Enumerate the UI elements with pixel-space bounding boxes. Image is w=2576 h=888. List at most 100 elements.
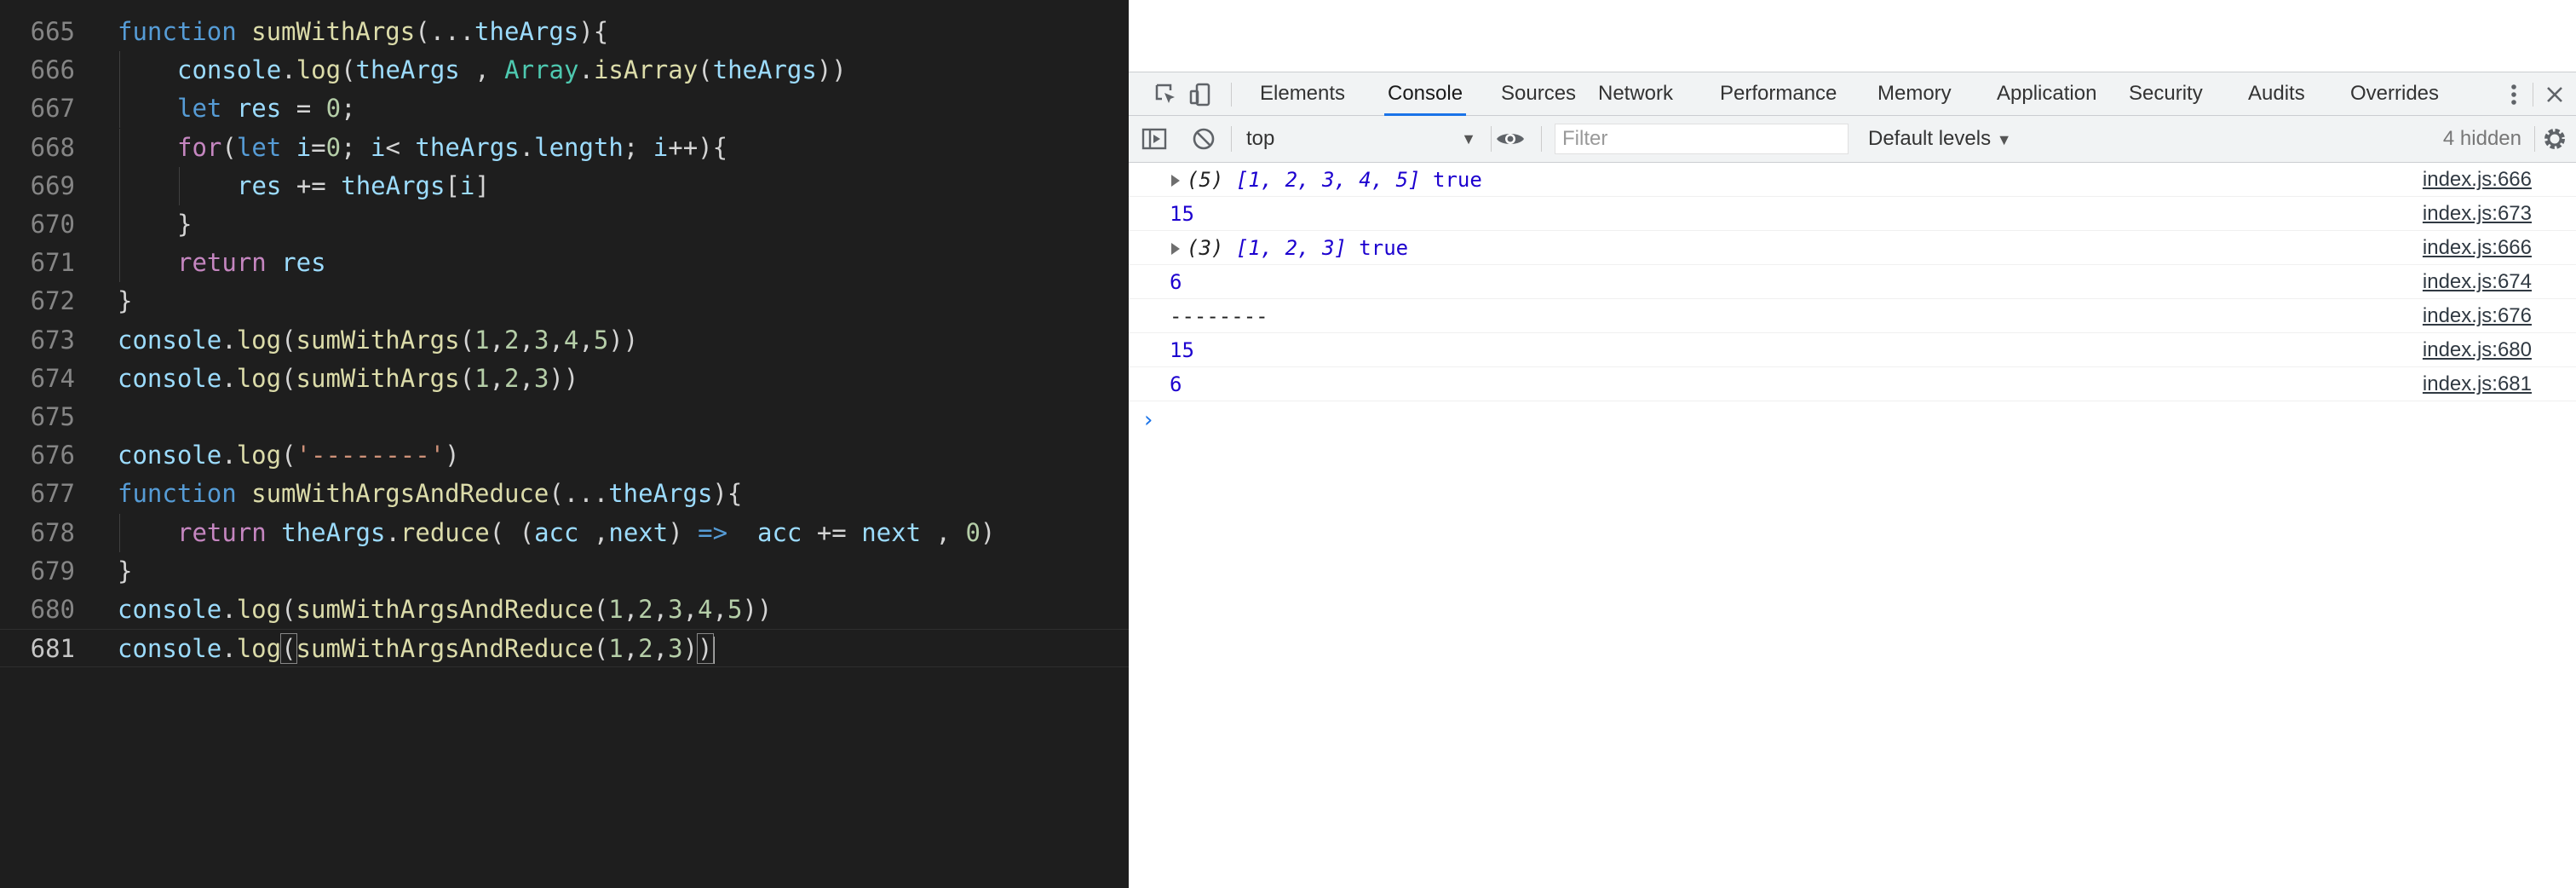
- message-text: 15: [1170, 197, 1194, 231]
- code-text: console.log(theArgs , Array.isArray(theA…: [177, 51, 847, 89]
- tab-performance[interactable]: Performance: [1716, 72, 1840, 116]
- code-token: 3: [533, 325, 549, 355]
- code-line[interactable]: 675: [0, 398, 1129, 436]
- code-text: console.log('--------'): [118, 436, 460, 475]
- line-number: 670: [30, 210, 75, 239]
- code-token: log: [236, 634, 282, 664]
- code-token: ){: [578, 17, 609, 46]
- code-text: function sumWithArgsAndReduce(...theArgs…: [118, 475, 742, 513]
- source-link[interactable]: index.js:680: [2423, 333, 2532, 367]
- sidebar-toggle-icon[interactable]: [1141, 125, 1168, 153]
- code-text: }: [118, 282, 132, 320]
- code-token: .: [385, 517, 400, 547]
- code-token: log: [236, 325, 282, 355]
- code-token: theArgs: [281, 517, 386, 547]
- code-token: i: [296, 132, 312, 162]
- code-line[interactable]: 678 return theArgs.reduce( (acc ,next) =>…: [0, 513, 1129, 552]
- tab-console[interactable]: Console: [1384, 72, 1467, 116]
- tab-sources[interactable]: Sources: [1498, 72, 1579, 116]
- more-options-icon[interactable]: [2500, 81, 2527, 108]
- context-selector[interactable]: top ▼: [1246, 124, 1476, 153]
- code-line[interactable]: 668 for(let i=0; i< theArgs.length; i++){: [0, 128, 1129, 167]
- context-value: top: [1246, 127, 1275, 150]
- source-link[interactable]: index.js:676: [2423, 299, 2532, 333]
- code-editor[interactable]: 665 function sumWithArgs(...theArgs){666 c…: [0, 0, 1129, 888]
- tab-security[interactable]: Security: [2125, 72, 2206, 116]
- tab-elements[interactable]: Elements: [1256, 72, 1348, 116]
- source-link[interactable]: index.js:673: [2423, 197, 2532, 231]
- line-number: 679: [30, 556, 75, 585]
- code-line[interactable]: 672}: [0, 282, 1129, 320]
- console-toolbar: top ▼ Default levels ▼ 4 hidden: [1129, 116, 2576, 163]
- line-number: 676: [30, 441, 75, 470]
- tab-application[interactable]: Application: [1993, 72, 2100, 116]
- tab-memory[interactable]: Memory: [1874, 72, 1955, 116]
- code-token: (: [341, 55, 356, 85]
- tab-network[interactable]: Network: [1595, 72, 1676, 116]
- code-line[interactable]: 669 res += theArgs[i]: [0, 166, 1129, 205]
- code-token: .: [281, 55, 296, 85]
- code-token: =>: [698, 517, 728, 547]
- code-token: ): [668, 517, 699, 547]
- code-line[interactable]: 679}: [0, 552, 1129, 591]
- source-link[interactable]: index.js:666: [2423, 231, 2532, 265]
- code-token: console: [118, 634, 222, 664]
- code-token: '--------': [296, 441, 446, 470]
- default-levels-dropdown[interactable]: Default levels ▼: [1868, 124, 2012, 154]
- code-line[interactable]: 666 console.log(theArgs , Array.isArray(t…: [0, 51, 1129, 90]
- code-text: console.log(sumWithArgsAndReduce(1,2,3)): [118, 630, 715, 668]
- code-token: 2: [504, 363, 520, 393]
- code-text: for(let i=0; i< theArgs.length; i++){: [177, 129, 727, 167]
- code-token: (: [221, 132, 237, 162]
- code-text: console.log(sumWithArgsAndReduce(1,2,3,4…: [118, 591, 772, 629]
- source-link[interactable]: index.js:666: [2423, 163, 2532, 197]
- eye-icon[interactable]: [1495, 125, 1526, 153]
- code-token: ,: [712, 595, 727, 624]
- code-line[interactable]: 674 console.log(sumWithArgs(1,2,3)): [0, 360, 1129, 398]
- line-number: 667: [30, 94, 75, 124]
- code-token: 3: [533, 363, 549, 393]
- clear-console-icon[interactable]: [1190, 125, 1217, 153]
- filter-input[interactable]: [1555, 124, 1849, 154]
- tab-audits[interactable]: Audits: [2245, 72, 2309, 116]
- expand-arrow-icon[interactable]: [1171, 175, 1180, 187]
- code-token: acc: [756, 517, 802, 547]
- code-token: isArray: [593, 55, 699, 85]
- code-token: [: [445, 170, 460, 200]
- text-cursor: [712, 637, 715, 665]
- inspect-element-icon[interactable]: [1153, 81, 1180, 108]
- code-token: ,: [489, 363, 505, 393]
- code-token: =: [281, 94, 326, 124]
- logged-value: --------: [1170, 304, 1268, 328]
- code-line[interactable]: 667 let res = 0;: [0, 89, 1129, 129]
- line-number: 673: [30, 325, 75, 355]
- line-number: 680: [30, 595, 75, 624]
- device-toolbar-icon[interactable]: [1187, 81, 1214, 108]
- code-token: ( (: [489, 517, 535, 547]
- console-prompt[interactable]: ›: [1144, 407, 1153, 433]
- code-line[interactable]: 676 console.log('--------'): [0, 436, 1129, 475]
- expand-arrow-icon[interactable]: [1171, 243, 1180, 255]
- code-token: res: [237, 170, 282, 200]
- code-line[interactable]: 671 return res: [0, 244, 1129, 283]
- code-line[interactable]: 680 console.log(sumWithArgsAndReduce(1,2,…: [0, 591, 1129, 629]
- code-line[interactable]: 665 function sumWithArgs(...theArgs){: [0, 13, 1129, 51]
- tab-overrides[interactable]: Overrides: [2347, 72, 2442, 116]
- code-token: return: [177, 517, 282, 547]
- code-line[interactable]: 681 console.log(sumWithArgsAndReduce(1,2,…: [0, 629, 1129, 668]
- code-token: ,: [623, 595, 639, 624]
- source-link[interactable]: index.js:674: [2423, 265, 2532, 299]
- close-icon[interactable]: [2541, 81, 2568, 108]
- console-message: 15 index.js:680: [1129, 333, 2576, 367]
- gear-icon[interactable]: [2541, 125, 2568, 153]
- console-message: -------- index.js:676: [1129, 299, 2576, 333]
- message-text: 6: [1170, 367, 1182, 401]
- code-line[interactable]: 670}: [0, 205, 1129, 244]
- code-token: ,: [653, 595, 669, 624]
- code-token: ,: [549, 325, 564, 355]
- source-link[interactable]: index.js:681: [2423, 367, 2532, 401]
- code-line[interactable]: 673 console.log(sumWithArgs(1,2,3,4,5)): [0, 321, 1129, 360]
- code-token: )): [742, 595, 773, 624]
- code-line[interactable]: 677 function sumWithArgsAndReduce(...theA…: [0, 475, 1129, 513]
- line-number: 677: [30, 479, 75, 509]
